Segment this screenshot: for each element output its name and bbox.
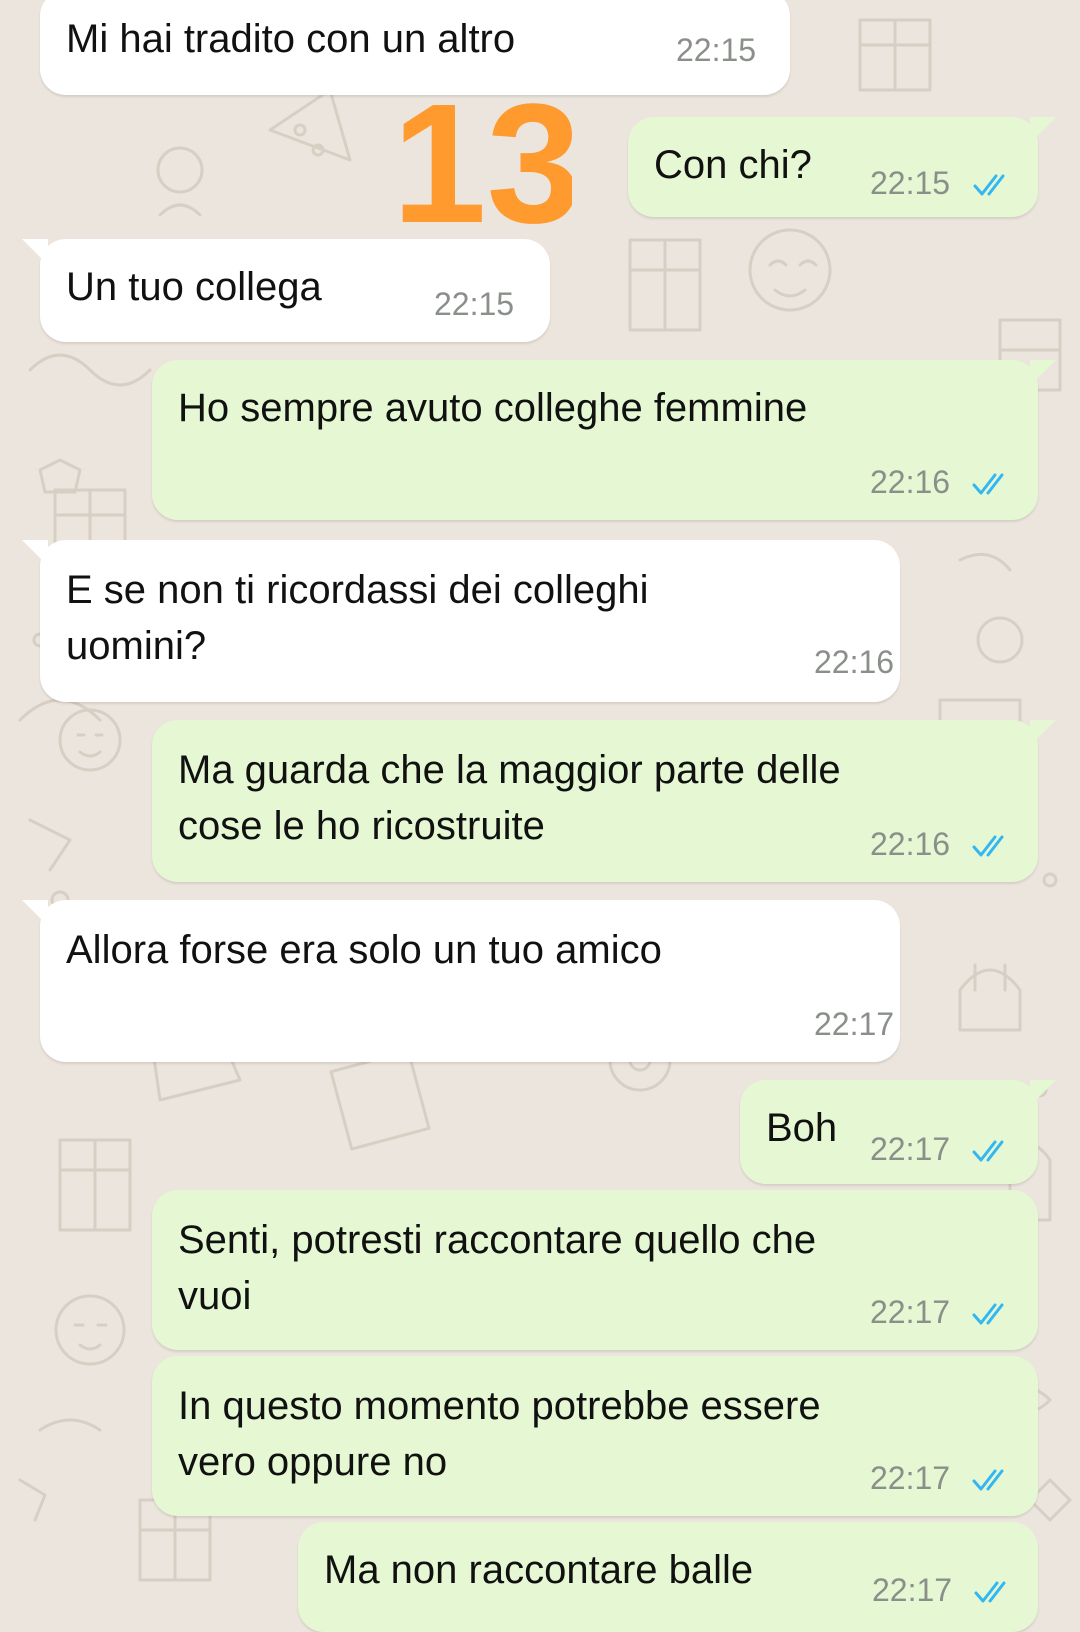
message-text: Un tuo collega [66, 265, 322, 309]
message-text: E se non ti ricordassi dei colleghi uomi… [66, 568, 649, 668]
message-time: 22:17 [872, 1572, 953, 1608]
message-text: Boh [766, 1106, 838, 1150]
message-time: 22:17 [870, 1294, 951, 1330]
message-bubble-outgoing[interactable]: Senti, potresti raccontare quello che vu… [152, 1190, 1038, 1350]
message-time: 22:15 [870, 165, 951, 201]
sticker-13-drawing: 13 [392, 69, 581, 259]
message-bubble-outgoing[interactable]: In questo momento potrebbe essere vero o… [152, 1356, 1038, 1516]
message-text: Mi hai tradito con un altro [66, 17, 516, 61]
sticker-text: 13 [392, 92, 572, 242]
double-check-icon [972, 1303, 1004, 1325]
message-time: 22:16 [870, 464, 951, 500]
message-bubble-incoming[interactable]: E se non ti ricordassi dei colleghi uomi… [22, 540, 900, 702]
message-text: Senti, potresti raccontare quello che vu… [178, 1218, 817, 1318]
message-time: 22:17 [870, 1460, 951, 1496]
message-bubble-incoming[interactable]: Allora forse era solo un tuo amico 22:17 [22, 900, 900, 1062]
message-time: 22:15 [434, 286, 515, 322]
message-time: 22:17 [814, 1006, 895, 1042]
double-check-icon [973, 174, 1005, 196]
message-text: Ma guarda che la maggior parte delle cos… [178, 748, 841, 848]
message-text: Con chi? [654, 143, 812, 187]
message-bubble-incoming[interactable]: Mi hai tradito con un altro 22:15 [40, 0, 790, 95]
message-time: 22:16 [870, 826, 951, 862]
double-check-icon [972, 1469, 1004, 1491]
message-time: 22:17 [870, 1131, 951, 1167]
message-bubble-incoming[interactable]: Un tuo collega 22:15 [22, 239, 550, 342]
double-check-icon [972, 1140, 1004, 1162]
message-time: 22:16 [814, 644, 895, 680]
message-bubble-outgoing[interactable]: Ma guarda che la maggior parte delle cos… [152, 720, 1056, 882]
message-bubble-outgoing[interactable]: Ma non raccontare balle 22:17 [298, 1522, 1038, 1632]
message-text: Allora forse era solo un tuo amico [66, 928, 662, 972]
message-bubble-outgoing[interactable]: Ho sempre avuto colleghe femmine 22:16 [152, 360, 1056, 520]
double-check-icon [972, 473, 1004, 495]
double-check-icon [972, 835, 1004, 857]
message-text: Ma non raccontare balle [324, 1548, 754, 1592]
message-bubble-outgoing[interactable]: Con chi? 22:15 [628, 117, 1056, 217]
double-check-icon [974, 1581, 1006, 1603]
message-text: In questo momento potrebbe essere vero o… [178, 1384, 821, 1484]
sticker-13: 13 [392, 69, 581, 259]
message-text: Ho sempre avuto colleghe femmine [178, 386, 808, 430]
message-bubble-outgoing[interactable]: Boh 22:17 [740, 1080, 1056, 1184]
message-time: 22:15 [676, 32, 757, 68]
